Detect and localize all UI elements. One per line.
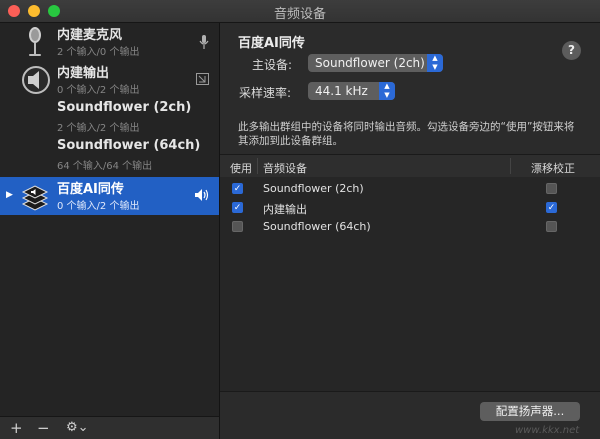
volume-icon [195,189,209,201]
title-bar: 音频设备 [0,0,600,23]
device-table: ✓ Soundflower (2ch) ✓ 内建输出 ✓ Soundflower… [220,177,600,391]
popup-stepper-icon: ▲ ▼ [427,54,443,72]
table-row: ✓ 内建输出 ✓ [220,199,600,218]
disclosure-triangle-icon[interactable]: ▶ [6,190,13,200]
window-title: 音频设备 [273,7,326,22]
master-device-label: 主设备: [252,58,293,72]
audio-midi-window: 音频设备 内建麦克风 2 个输入/0 个输出 内建输出 0 个输入/2 个输出 … [0,0,600,439]
input-mic-icon [199,35,209,49]
use-checkbox[interactable]: ✓ [232,183,243,194]
device-io-count: 2 个输入/2 个输出 [57,123,140,134]
table-row: Soundflower (64ch) [220,218,600,237]
speaker-icon [22,66,50,94]
add-device-button[interactable]: + [10,419,23,437]
device-name: 百度AI同传 [57,182,124,197]
drift-checkbox[interactable]: ✓ [546,202,557,213]
device-io-count: 0 个输入/2 个输出 [57,85,140,96]
column-divider [257,158,258,174]
table-row: ✓ Soundflower (2ch) [220,180,600,199]
sample-rate-label: 采样速率: [239,86,292,100]
device-cell: Soundflower (2ch) [263,182,364,195]
column-header-use[interactable]: 使用 [230,160,252,176]
help-button[interactable]: ? [562,41,581,60]
remove-device-button[interactable]: − [37,419,50,437]
popup-stepper-icon: ▲ ▼ [379,82,395,100]
column-divider [510,158,511,174]
device-name: 内建麦克风 [57,28,123,43]
column-header-device[interactable]: 音频设备 [263,160,307,176]
bottom-bar: 配置扬声器... www.kkx.net [220,391,600,439]
sidebar-toolbar: + − ⚙⌄ [0,416,220,439]
device-name: Soundflower (2ch) [57,100,192,115]
master-device-value: Soundflower (2ch) [315,56,425,70]
configure-speakers-button[interactable]: 配置扬声器... [480,402,580,421]
device-name: Soundflower (64ch) [57,138,201,153]
output-port-icon [196,73,209,85]
device-item-builtin-output[interactable]: 内建输出 0 个输入/2 个输出 [0,61,219,99]
drift-checkbox[interactable] [546,183,557,194]
device-io-count: 0 个输入/2 个输出 [57,201,140,212]
device-cell: 内建输出 [263,203,307,216]
use-checkbox[interactable] [232,221,243,232]
gear-menu-button[interactable]: ⚙⌄ [66,420,89,435]
device-cell: Soundflower (64ch) [263,220,371,233]
device-list-sidebar: 内建麦克风 2 个输入/0 个输出 内建输出 0 个输入/2 个输出 Sound… [0,23,220,416]
device-io-count: 2 个输入/0 个输出 [57,47,140,58]
device-item-baidu-ai-multi-output[interactable]: ▶ 百度AI同传 0 个输入/2 个输出 [0,177,219,215]
device-item-soundflower-2ch[interactable]: Soundflower (2ch) 2 个输入/2 个输出 [0,99,219,137]
microphone-icon [29,27,41,56]
watermark: www.kkx.net [515,425,580,436]
drift-checkbox[interactable] [546,221,557,232]
device-item-builtin-mic[interactable]: 内建麦克风 2 个输入/0 个输出 [0,23,219,61]
sample-rate-popup[interactable]: 44.1 kHz ▲ ▼ [308,82,395,100]
use-checkbox[interactable]: ✓ [232,202,243,213]
device-detail-pane: 百度AI同传 ? 主设备: Soundflower (2ch) ▲ ▼ 采样速率:… [220,23,600,439]
device-title: 百度AI同传 [238,36,305,51]
multi-output-device-icon [21,185,49,211]
column-header-drift[interactable]: 漂移校正 [531,160,575,176]
sample-rate-value: 44.1 kHz [315,84,368,98]
device-io-count: 64 个输入/64 个输出 [57,161,153,172]
device-item-soundflower-64ch[interactable]: Soundflower (64ch) 64 个输入/64 个输出 [0,137,219,175]
group-description: 此多输出群组中的设备将同时输出音频。勾选设备旁边的“使用”按钮来将其添加到此设备… [238,121,575,147]
device-name: 内建输出 [57,66,110,81]
master-device-popup[interactable]: Soundflower (2ch) ▲ ▼ [308,54,443,72]
device-table-header: 使用 音频设备 漂移校正 [220,154,600,178]
